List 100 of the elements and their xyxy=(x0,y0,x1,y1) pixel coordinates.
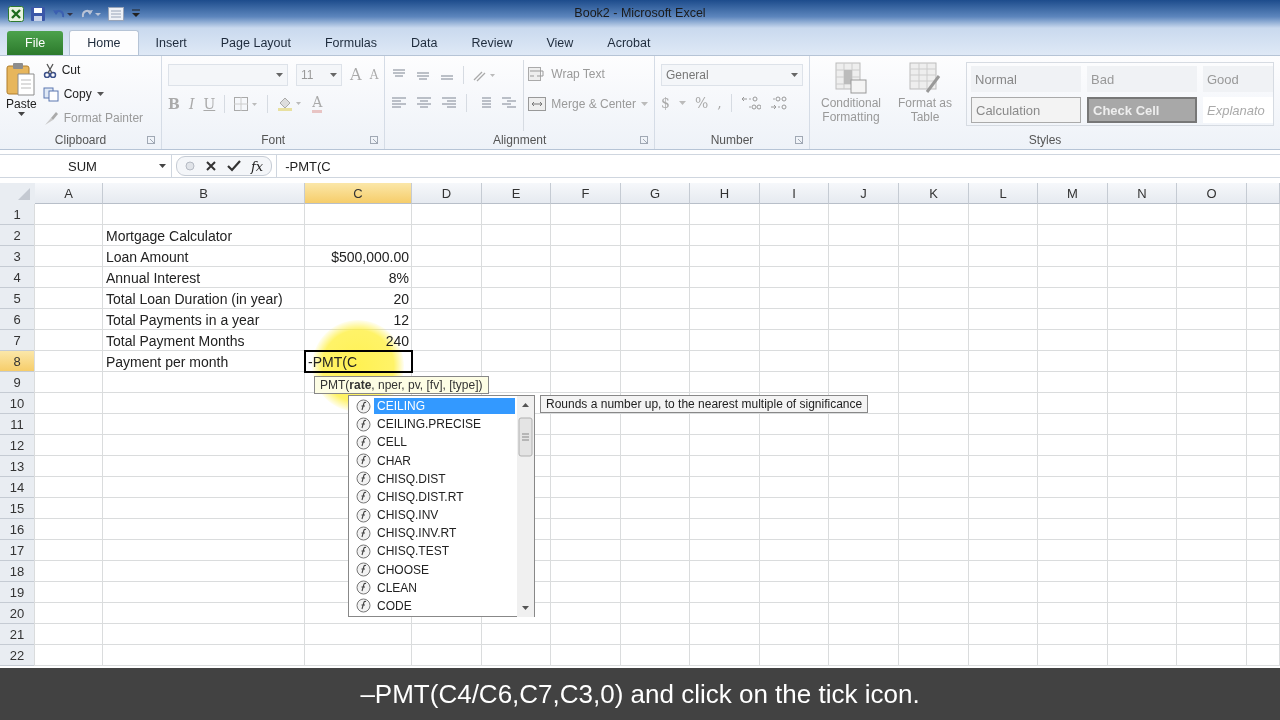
group-label: Clipboard xyxy=(54,133,107,147)
ribbon-tab[interactable]: View xyxy=(529,31,591,55)
table-cell-text: 12 xyxy=(392,310,410,330)
enter-icon[interactable] xyxy=(227,160,241,172)
row-header[interactable]: 15 xyxy=(0,498,35,519)
group-label: Styles xyxy=(1028,133,1062,147)
row-header[interactable]: 8 xyxy=(0,351,35,372)
paste-button[interactable]: Paste xyxy=(6,60,37,131)
ribbon-tab[interactable]: Data xyxy=(394,31,455,55)
row-header[interactable]: 12 xyxy=(0,435,35,456)
ribbon-tab[interactable]: Home xyxy=(69,30,139,55)
font-name-field[interactable] xyxy=(168,64,289,86)
formula-field[interactable]: -PMT(C xyxy=(276,155,1280,177)
table-cell-text: Total Payment Months xyxy=(105,331,246,351)
table-cell-text: Payment per month xyxy=(105,352,230,372)
autocomplete-item[interactable]: CHISQ.INV xyxy=(374,507,442,524)
row-header[interactable]: 1 xyxy=(0,204,35,225)
column-header[interactable]: N xyxy=(1108,183,1177,204)
form-icon[interactable] xyxy=(108,7,124,21)
row-header[interactable]: 16 xyxy=(0,519,35,540)
row-header[interactable]: 3 xyxy=(0,246,35,267)
dialog-launcher-icon[interactable] xyxy=(640,136,648,144)
column-header[interactable]: B xyxy=(103,183,305,204)
row-header[interactable]: 21 xyxy=(0,624,35,645)
autocomplete-item[interactable]: CLEAN xyxy=(374,579,420,596)
column-header[interactable] xyxy=(1247,183,1280,204)
autocomplete-item[interactable]: CODE xyxy=(374,597,415,614)
ribbon-tab[interactable]: Review xyxy=(454,31,530,55)
borders-icon[interactable] xyxy=(234,96,259,111)
row-header[interactable]: 17 xyxy=(0,540,35,561)
autocomplete-item[interactable]: CHISQ.DIST xyxy=(374,470,449,487)
caret-icon xyxy=(791,73,798,77)
table-cell-text: Total Payments in a year xyxy=(105,310,261,330)
save-icon[interactable] xyxy=(30,6,46,22)
table-format-icon xyxy=(909,62,941,94)
caret-icon xyxy=(641,102,648,106)
number-format-field[interactable]: General xyxy=(661,64,803,86)
center-icon[interactable] xyxy=(416,96,433,110)
autocomplete-item[interactable]: CEILING.PRECISE xyxy=(374,416,485,433)
column-header[interactable]: G xyxy=(621,183,690,204)
brush-icon xyxy=(42,110,59,126)
insert-function-button[interactable]: fx xyxy=(251,158,264,174)
row-header[interactable]: 2 xyxy=(0,225,35,246)
dialog-launcher-icon[interactable] xyxy=(370,136,379,144)
file-tab[interactable]: File xyxy=(7,31,64,55)
wrap-text-icon xyxy=(528,67,547,81)
increase-indent-icon[interactable] xyxy=(501,96,518,110)
autocomplete-item[interactable]: CHISQ.TEST xyxy=(374,543,452,560)
dialog-launcher-icon[interactable] xyxy=(147,136,156,144)
name-box[interactable]: SUM xyxy=(0,155,172,177)
column-header[interactable]: A xyxy=(35,183,103,204)
autocomplete-item[interactable]: CHOOSE xyxy=(374,561,432,578)
autocomplete-item[interactable]: CHISQ.INV.RT xyxy=(374,525,460,542)
row-header[interactable]: 10 xyxy=(0,393,35,414)
row-header[interactable]: 4 xyxy=(0,267,35,288)
autocomplete-item[interactable]: CHAR xyxy=(374,452,414,469)
increase-decimal-icon[interactable] xyxy=(740,95,761,111)
row-header[interactable]: 14 xyxy=(0,477,35,498)
row-header[interactable]: 9 xyxy=(0,372,35,393)
ribbon-tab[interactable]: Insert xyxy=(138,31,204,55)
ribbon-tab[interactable]: Acrobat xyxy=(590,31,668,55)
cut-button[interactable]: Cut xyxy=(42,60,144,80)
column-header[interactable]: H xyxy=(690,183,760,204)
select-all-icon[interactable] xyxy=(0,183,35,204)
align-right-icon[interactable] xyxy=(441,96,458,110)
column-header[interactable]: L xyxy=(969,183,1038,204)
column-header[interactable]: D xyxy=(412,183,482,204)
column-header[interactable]: K xyxy=(899,183,969,204)
column-header[interactable]: E xyxy=(482,183,551,204)
column-header[interactable]: M xyxy=(1038,183,1108,204)
video-caption: –PMT(C4/C6,C7,C3,0) and click on the tick icon. xyxy=(0,668,1280,720)
row-header[interactable]: 7 xyxy=(0,330,35,351)
row-header[interactable]: 19 xyxy=(0,582,35,603)
function-icon xyxy=(356,580,371,596)
column-header[interactable]: C xyxy=(305,183,412,204)
row-header[interactable]: 11 xyxy=(0,414,35,435)
autocomplete-item[interactable]: CELL xyxy=(374,434,411,451)
row-header[interactable]: 22 xyxy=(0,645,35,666)
column-header[interactable]: F xyxy=(551,183,621,204)
copy-button[interactable]: Copy xyxy=(42,84,144,104)
row-header[interactable]: 20 xyxy=(0,603,35,624)
column-header[interactable]: J xyxy=(829,183,899,204)
dialog-launcher-icon[interactable] xyxy=(795,136,803,144)
clipboard-icon xyxy=(6,62,37,96)
column-header[interactable]: I xyxy=(760,183,829,204)
table-cell-text: 8% xyxy=(387,268,410,288)
align-left-icon[interactable] xyxy=(391,96,408,110)
ribbon-tab[interactable]: Formulas xyxy=(307,31,395,55)
autocomplete-item[interactable]: CHISQ.DIST.RT xyxy=(374,488,467,505)
function-icon xyxy=(356,471,371,487)
cancel-icon[interactable] xyxy=(205,160,217,172)
ribbon-tab[interactable]: Page Layout xyxy=(203,31,308,55)
row-header[interactable]: 13 xyxy=(0,456,35,477)
row-header[interactable]: 18 xyxy=(0,561,35,582)
row-header[interactable]: 5 xyxy=(0,288,35,309)
fill-color-icon[interactable] xyxy=(277,96,304,111)
row-header[interactable]: 6 xyxy=(0,309,35,330)
function-icon xyxy=(356,543,371,559)
column-header[interactable]: O xyxy=(1177,183,1247,204)
decrease-decimal-icon[interactable] xyxy=(769,95,790,111)
